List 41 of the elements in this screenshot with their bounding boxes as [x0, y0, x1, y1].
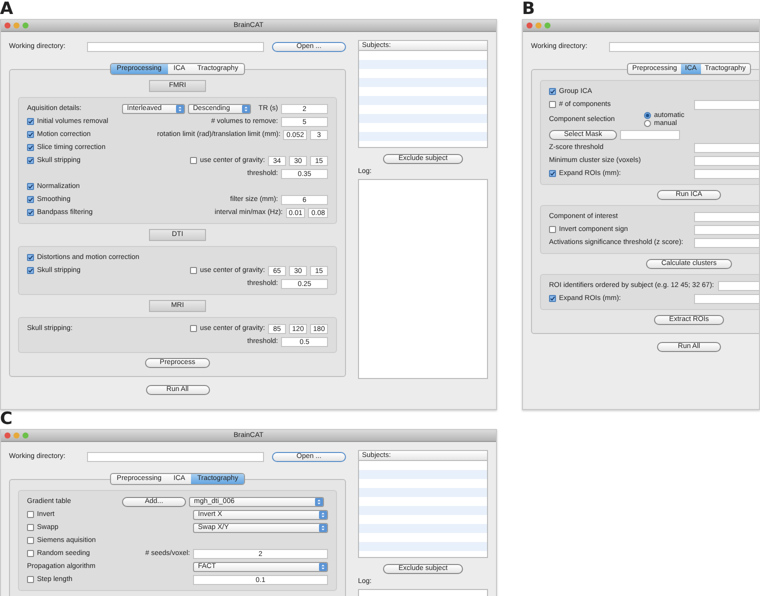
updown-arrows-icon: [242, 104, 250, 112]
checkbox[interactable]: [27, 576, 34, 583]
checkbox[interactable]: [549, 88, 556, 95]
updown-arrows-icon: [176, 104, 184, 112]
panel-letter: B: [522, 0, 535, 19]
input-field[interactable]: [87, 452, 264, 462]
checkbox[interactable]: [190, 157, 198, 164]
checkbox[interactable]: [27, 144, 34, 151]
input-field[interactable]: [620, 130, 680, 140]
updown-arrows-icon: [319, 524, 327, 532]
input-field[interactable]: [87, 42, 264, 52]
panel-letter: C: [0, 410, 12, 429]
checkbox[interactable]: [27, 537, 34, 544]
traffic-lights-icon[interactable]: [526, 22, 551, 29]
checkbox[interactable]: [27, 118, 34, 125]
checkbox[interactable]: [27, 183, 34, 190]
subjects-list[interactable]: [358, 51, 488, 148]
updown-arrows-icon: [315, 498, 323, 506]
checkbox[interactable]: [190, 267, 198, 274]
updown-arrows-icon: [319, 510, 327, 518]
checkbox[interactable]: [27, 131, 34, 138]
checkbox[interactable]: [27, 196, 34, 203]
checkbox[interactable]: [27, 511, 34, 518]
traffic-lights-icon[interactable]: [4, 22, 29, 29]
subjects-list[interactable]: [358, 461, 488, 558]
checkbox[interactable]: [549, 101, 556, 108]
updown-arrows-icon: [319, 562, 327, 570]
checkbox[interactable]: [549, 226, 556, 233]
radio-button[interactable]: [644, 120, 651, 127]
radio-button[interactable]: [644, 112, 651, 119]
checkbox[interactable]: [27, 157, 34, 164]
checkbox[interactable]: [27, 267, 34, 274]
checkbox[interactable]: [549, 170, 556, 177]
checkbox[interactable]: [27, 524, 34, 531]
checkbox[interactable]: [549, 295, 556, 302]
checkbox[interactable]: [27, 550, 34, 557]
panel-letter: A: [0, 0, 14, 19]
checkbox[interactable]: [27, 209, 34, 216]
traffic-lights-icon[interactable]: [4, 432, 29, 439]
checkbox[interactable]: [190, 325, 198, 332]
checkbox[interactable]: [27, 254, 34, 261]
